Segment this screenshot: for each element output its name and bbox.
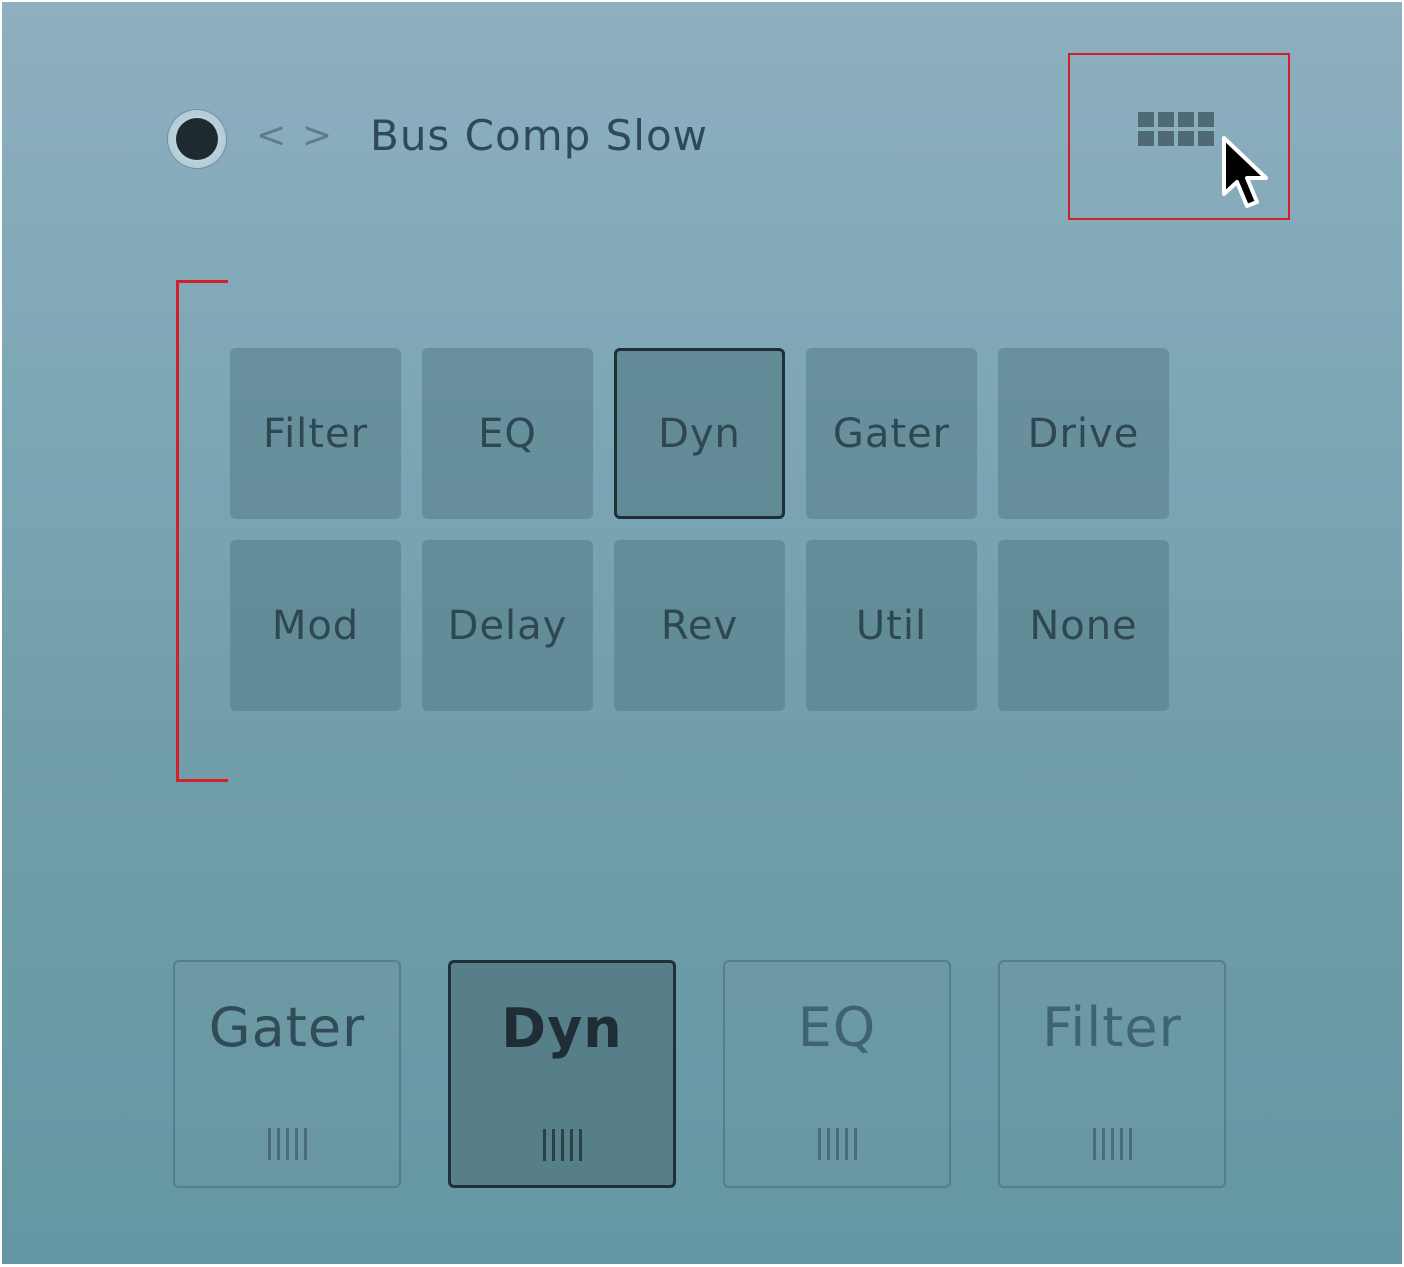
module-dyn-button[interactable]: Dyn	[614, 348, 785, 519]
prev-preset-button[interactable]: <	[256, 110, 286, 162]
drag-handle-icon[interactable]	[541, 1129, 583, 1161]
module-util-button[interactable]: Util	[806, 540, 977, 711]
effect-slot-row: Gater Dyn EQ Filter	[173, 960, 1227, 1190]
power-toggle-icon[interactable]	[168, 110, 226, 168]
slot-label: EQ	[797, 996, 877, 1059]
module-gater-button[interactable]: Gater	[806, 348, 977, 519]
module-rev-button[interactable]: Rev	[614, 540, 785, 711]
effect-slot-filter[interactable]: Filter	[998, 960, 1226, 1188]
power-indicator	[176, 118, 218, 160]
module-selector-grid: Filter EQ Dyn Gater Drive Mod Delay Rev Util None	[230, 348, 1170, 711]
slot-label: Gater	[208, 996, 366, 1059]
module-none-button[interactable]: None	[998, 540, 1169, 711]
effect-slot-eq[interactable]: EQ	[723, 960, 951, 1188]
module-mod-button[interactable]: Mod	[230, 540, 401, 711]
next-preset-button[interactable]: >	[302, 110, 332, 162]
slot-label: Filter	[1042, 996, 1182, 1059]
mouse-pointer-icon	[1222, 136, 1268, 208]
effect-slot-gater[interactable]: Gater	[173, 960, 401, 1188]
annotation-bracket	[176, 280, 228, 782]
drag-handle-icon[interactable]	[266, 1128, 308, 1160]
module-filter-button[interactable]: Filter	[230, 348, 401, 519]
module-delay-button[interactable]: Delay	[422, 540, 593, 711]
slot-label: Dyn	[501, 997, 623, 1060]
module-drive-button[interactable]: Drive	[998, 348, 1169, 519]
drag-handle-icon[interactable]	[816, 1128, 858, 1160]
effect-panel: < > Bus Comp Slow Filter EQ Dyn Gater Drive M…	[2, 2, 1402, 1264]
drag-handle-icon[interactable]	[1091, 1128, 1133, 1160]
module-eq-button[interactable]: EQ	[422, 348, 593, 519]
preset-name[interactable]: Bus Comp Slow	[370, 108, 708, 164]
effect-slot-dyn[interactable]: Dyn	[448, 960, 676, 1188]
